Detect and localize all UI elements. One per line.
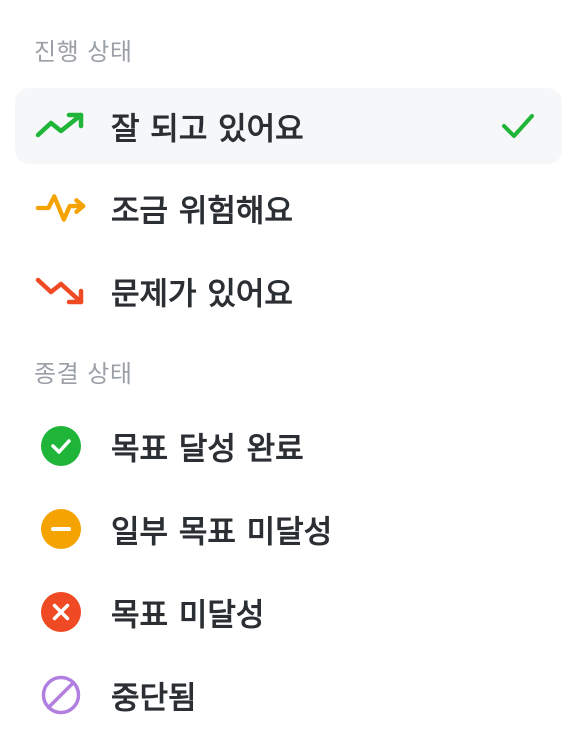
closing-section-title: 종결 상태 bbox=[34, 360, 133, 388]
status-option-label: 조금 위험해요 bbox=[111, 193, 293, 230]
status-option-label: 잘 되고 있어요 bbox=[111, 111, 304, 148]
status-option-label: 중단됨 bbox=[111, 680, 197, 717]
status-option-goal-achieved[interactable]: 목표 달성 완료 bbox=[15, 408, 562, 484]
status-option-partially-achieved[interactable]: 일부 목표 미달성 bbox=[15, 491, 562, 567]
status-option-label: 일부 목표 미달성 bbox=[111, 514, 333, 551]
prohibited-icon bbox=[35, 673, 87, 717]
status-option-stopped[interactable]: 중단됨 bbox=[15, 657, 562, 733]
status-option-at-risk[interactable]: 조금 위험해요 bbox=[15, 170, 562, 246]
status-option-has-problem[interactable]: 문제가 있어요 bbox=[15, 253, 562, 329]
trend-down-icon bbox=[35, 269, 87, 313]
trend-up-icon bbox=[35, 104, 87, 148]
x-circle-icon bbox=[35, 590, 87, 634]
status-option-on-track[interactable]: 잘 되고 있어요 bbox=[15, 88, 562, 164]
check-circle-icon bbox=[35, 424, 87, 468]
progress-section-title: 진행 상태 bbox=[34, 38, 133, 66]
pulse-icon bbox=[35, 186, 87, 230]
check-icon bbox=[498, 106, 538, 146]
status-option-label: 목표 미달성 bbox=[111, 597, 265, 634]
status-option-not-achieved[interactable]: 목표 미달성 bbox=[15, 574, 562, 650]
minus-circle-icon bbox=[35, 507, 87, 551]
status-option-label: 문제가 있어요 bbox=[111, 276, 293, 313]
status-option-label: 목표 달성 완료 bbox=[111, 431, 304, 468]
